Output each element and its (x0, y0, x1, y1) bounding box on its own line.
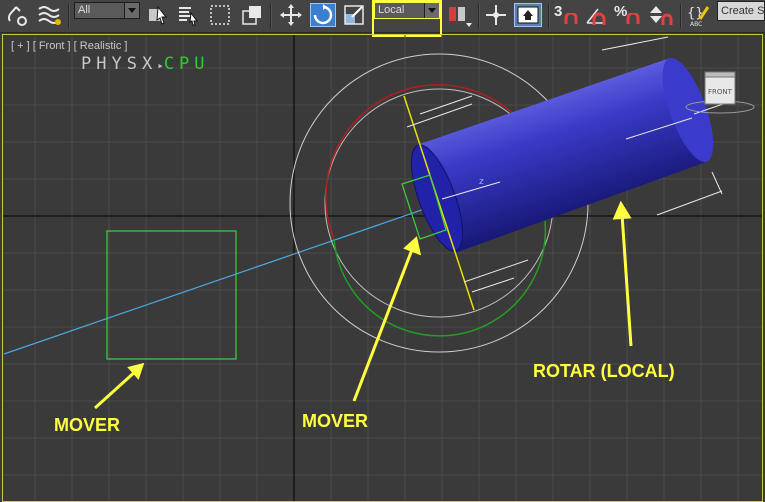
edit-named-selection-sets-icon[interactable]: {} ABC (686, 3, 712, 27)
move-helper-box (106, 230, 237, 360)
svg-text:ABC: ABC (690, 21, 702, 27)
select-and-rotate-icon[interactable] (310, 3, 336, 27)
physx-label: PHYSX (81, 54, 158, 74)
rectangular-selection-region-icon[interactable] (208, 3, 232, 27)
select-and-link-icon[interactable] (4, 3, 30, 27)
snaps-toggle-label: 3 (554, 3, 563, 20)
physx-cpu-label: CPU (163, 54, 210, 74)
spinner-snap-toggle-icon[interactable] (646, 3, 674, 27)
create-selection-set-field[interactable]: Create Se (717, 1, 765, 21)
select-and-manipulate-icon[interactable] (484, 3, 508, 27)
use-pivot-point-center-icon[interactable] (446, 3, 474, 27)
selection-filter-value: All (78, 4, 91, 16)
gizmo-z-axis-label: z (479, 177, 484, 187)
select-and-move-icon[interactable] (278, 3, 304, 27)
selection-filter-dropdown[interactable]: All (74, 2, 140, 19)
snaps-toggle-icon[interactable]: 3 (554, 3, 580, 27)
annotation-mover-left: MOVER (54, 415, 121, 435)
main-toolbar: All Local 3 % {} ABC Create S (0, 0, 765, 37)
blue-cylinder (410, 57, 714, 253)
viewcube-label: FRONT (708, 88, 733, 96)
viewport-label[interactable]: [ + ] [ Front ] [ Realistic ] (11, 40, 127, 52)
window-crossing-icon[interactable] (240, 3, 264, 27)
coordinate-system-highlight (372, 0, 442, 37)
annotation-rotar-local: ROTAR (LOCAL) (533, 361, 675, 381)
select-and-scale-icon[interactable] (342, 3, 368, 27)
keyboard-shortcut-override-icon[interactable] (514, 3, 542, 27)
chevron-down-icon (124, 3, 139, 18)
percent-snap-toggle-icon[interactable]: % (614, 3, 642, 27)
create-selection-set-value: Create Se (721, 5, 765, 17)
annotation-mover-center: MOVER (302, 411, 369, 431)
front-viewport[interactable]: z FRONT [ + ] [ Front ] [ Realistic ] PH… (2, 34, 763, 502)
physx-indicator: PHYSX▸CPU (81, 54, 210, 74)
select-object-icon[interactable] (146, 3, 170, 27)
bind-to-space-warp-icon[interactable] (36, 3, 64, 27)
angle-snap-toggle-icon[interactable] (584, 3, 610, 27)
select-by-name-icon[interactable] (176, 3, 200, 27)
